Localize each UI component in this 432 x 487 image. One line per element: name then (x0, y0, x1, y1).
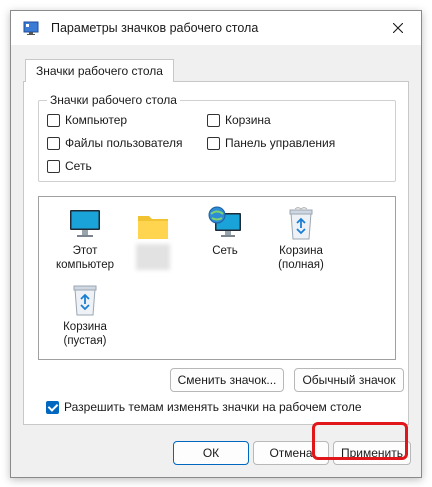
recycle-bin-empty-icon (73, 285, 97, 316)
checkbox-label: Панель управления (225, 136, 336, 150)
change-icon-button[interactable]: Сменить значок... (170, 368, 284, 392)
recycle-bin-full-icon (289, 207, 313, 240)
checkbox-computer[interactable]: Компьютер (47, 113, 127, 127)
checkbox-label: Разрешить темам изменять значки на рабоч… (64, 400, 362, 414)
icon-label: Корзина (полная) (278, 245, 324, 271)
checkbox-box[interactable] (207, 136, 220, 150)
tab-panel: Значки рабочего стола Компьютер Корзина … (23, 81, 409, 425)
close-icon (393, 23, 403, 33)
icon-item-recycle-bin-empty[interactable]: Корзина (пустая) (45, 279, 125, 348)
checkbox-box[interactable] (47, 113, 60, 127)
checkbox-box[interactable] (47, 159, 60, 173)
icon-label: Сеть (212, 245, 238, 257)
icon-item-network[interactable]: Сеть (185, 203, 265, 258)
checkbox-label: Корзина (225, 113, 271, 127)
folder-icon (138, 216, 168, 239)
monitor-icon (70, 210, 100, 237)
icon-label: Корзина (пустая) (63, 321, 107, 347)
close-button[interactable] (375, 11, 421, 45)
default-icon-button[interactable]: Обычный значок (294, 368, 404, 392)
group-legend: Значки рабочего стола (47, 93, 180, 107)
icon-item-recycle-bin-full[interactable]: Корзина (полная) (261, 203, 341, 272)
apply-highlight-frame (312, 422, 408, 460)
icon-list[interactable]: Этот компьютер Сеть Корзина (полная) Кор… (38, 196, 396, 360)
checkbox-network[interactable]: Сеть (47, 159, 92, 173)
checkbox-recycle-bin[interactable]: Корзина (207, 113, 271, 127)
checkbox-box[interactable] (207, 113, 220, 127)
checkbox-label: Файлы пользователя (65, 136, 183, 150)
checkbox-box[interactable] (46, 400, 59, 414)
title-bar[interactable]: Параметры значков рабочего стола (11, 11, 421, 45)
desktop-settings-icon (23, 21, 39, 35)
checkbox-user-files[interactable]: Файлы пользователя (47, 136, 182, 150)
checkbox-box[interactable] (47, 136, 60, 150)
checkbox-control-panel[interactable]: Панель управления (207, 136, 335, 150)
icon-item-user-folder[interactable] (113, 203, 193, 270)
desktop-icons-group: Значки рабочего стола Компьютер Корзина … (38, 93, 396, 182)
checkbox-allow-themes[interactable]: Разрешить темам изменять значки на рабоч… (46, 400, 362, 414)
tab-desktop-icons[interactable]: Значки рабочего стола (25, 59, 174, 82)
checkbox-label: Компьютер (65, 113, 128, 127)
checkbox-label: Сеть (65, 159, 92, 173)
window-title: Параметры значков рабочего стола (51, 21, 259, 35)
network-icon (208, 206, 241, 237)
dialog-window: Параметры значков рабочего стола Значки … (10, 10, 422, 478)
ok-button[interactable]: ОК (173, 441, 249, 465)
icon-label-blurred (136, 244, 170, 270)
